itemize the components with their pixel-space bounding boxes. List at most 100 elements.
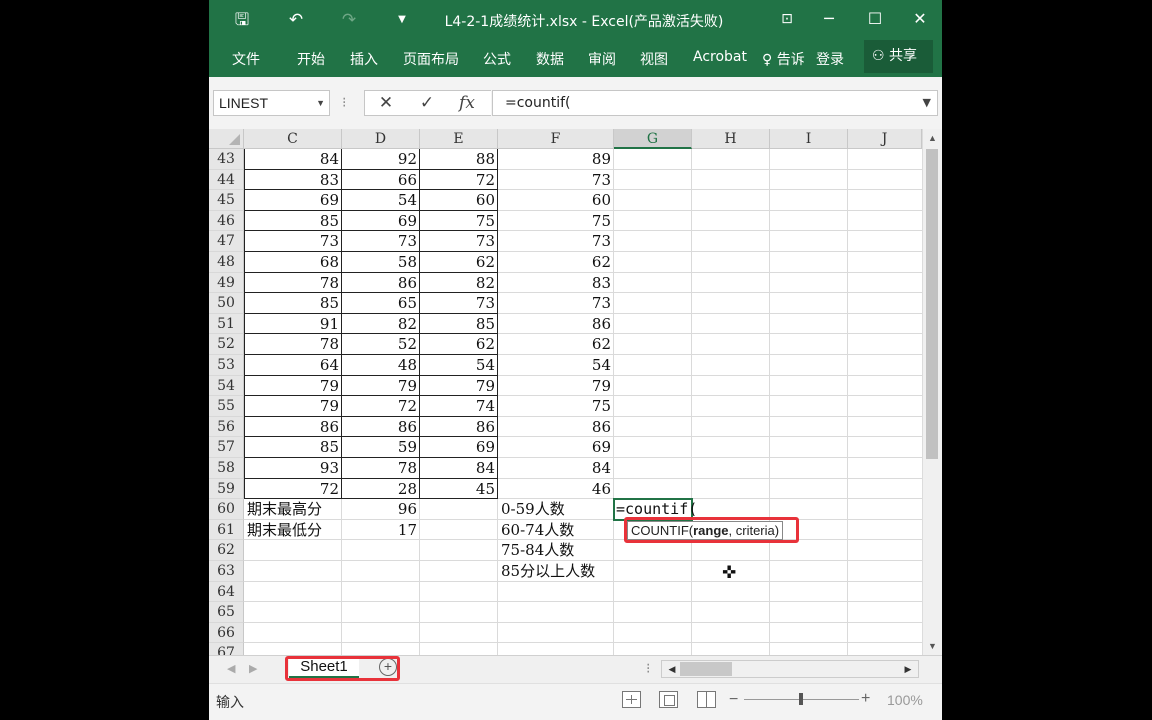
tab-splitter[interactable]: ⁝ <box>646 660 650 677</box>
cell-d60[interactable]: 96 <box>342 499 420 520</box>
cell-c57[interactable]: 85 <box>244 437 342 458</box>
cell-c60[interactable]: 期末最高分 <box>244 499 342 520</box>
row-header-65[interactable]: 65 <box>209 602 244 623</box>
cell-c58[interactable]: 93 <box>244 458 342 479</box>
vertical-scrollbar[interactable]: ▲ ▼ <box>922 129 942 655</box>
tab-home[interactable]: 开始 <box>297 49 325 69</box>
cell-d59[interactable]: 28 <box>342 479 420 499</box>
cell-e53[interactable]: 54 <box>420 355 498 376</box>
cell-f53[interactable]: 54 <box>498 355 614 376</box>
cell-d49[interactable]: 86 <box>342 273 420 293</box>
normal-view-icon[interactable] <box>622 691 641 708</box>
scroll-left-icon[interactable]: ◀ <box>664 661 680 677</box>
cell-d54[interactable]: 79 <box>342 376 420 396</box>
cell-e50[interactable]: 73 <box>420 293 498 314</box>
cell-f62[interactable]: 75-84人数 <box>498 540 614 561</box>
cell-d52[interactable]: 52 <box>342 334 420 355</box>
cell-e48[interactable]: 62 <box>420 252 498 273</box>
cell-f46[interactable]: 75 <box>498 211 614 231</box>
row-header-58[interactable]: 58 <box>209 458 244 479</box>
chevron-down-icon[interactable]: ▼ <box>316 91 325 115</box>
cell-f44[interactable]: 73 <box>498 170 614 190</box>
row-header-55[interactable]: 55 <box>209 396 244 417</box>
column-header-c[interactable]: C <box>244 129 342 149</box>
cell-d57[interactable]: 59 <box>342 437 420 458</box>
cell-f55[interactable]: 75 <box>498 396 614 417</box>
cell-f56[interactable]: 86 <box>498 417 614 437</box>
save-icon[interactable]: 🖫 <box>229 8 255 32</box>
cell-e51[interactable]: 85 <box>420 314 498 334</box>
column-header-e[interactable]: E <box>420 129 498 149</box>
row-header-48[interactable]: 48 <box>209 252 244 273</box>
tab-review[interactable]: 审阅 <box>588 49 616 69</box>
cell-d56[interactable]: 86 <box>342 417 420 437</box>
cell-d55[interactable]: 72 <box>342 396 420 417</box>
cell-e52[interactable]: 62 <box>420 334 498 355</box>
scroll-down-icon[interactable]: ▼ <box>923 637 942 655</box>
cell-e44[interactable]: 72 <box>420 170 498 190</box>
cell-f43[interactable]: 89 <box>498 149 614 170</box>
cell-d58[interactable]: 78 <box>342 458 420 479</box>
cell-c46[interactable]: 85 <box>244 211 342 231</box>
vertical-scroll-thumb[interactable] <box>926 149 938 459</box>
scroll-right-icon[interactable]: ▶ <box>900 661 916 677</box>
cell-d46[interactable]: 69 <box>342 211 420 231</box>
page-break-view-icon[interactable] <box>697 691 716 708</box>
tab-file[interactable]: 文件 <box>232 49 260 69</box>
cell-c61[interactable]: 期末最低分 <box>244 520 342 540</box>
cell-c52[interactable]: 78 <box>244 334 342 355</box>
cell-c47[interactable]: 73 <box>244 231 342 252</box>
row-header-60[interactable]: 60 <box>209 499 244 520</box>
cell-d50[interactable]: 65 <box>342 293 420 314</box>
page-layout-view-icon[interactable] <box>659 691 678 708</box>
undo-icon[interactable]: ↶ <box>283 8 309 32</box>
cell-e56[interactable]: 86 <box>420 417 498 437</box>
cell-f50[interactable]: 73 <box>498 293 614 314</box>
row-header-54[interactable]: 54 <box>209 376 244 396</box>
row-header-49[interactable]: 49 <box>209 273 244 293</box>
cell-f63[interactable]: 85分以上人数 <box>498 561 614 582</box>
row-header-66[interactable]: 66 <box>209 623 244 643</box>
row-header-45[interactable]: 45 <box>209 190 244 211</box>
login-link[interactable]: 登录 <box>816 49 844 69</box>
cell-f61[interactable]: 60-74人数 <box>498 520 614 540</box>
row-header-43[interactable]: 43 <box>209 149 244 170</box>
column-header-j[interactable]: J <box>848 129 922 149</box>
close-button[interactable]: ✕ <box>902 6 938 32</box>
zoom-slider-knob[interactable] <box>799 693 803 705</box>
cell-e49[interactable]: 82 <box>420 273 498 293</box>
cell-c56[interactable]: 86 <box>244 417 342 437</box>
cell-c55[interactable]: 79 <box>244 396 342 417</box>
cell-e46[interactable]: 75 <box>420 211 498 231</box>
worksheet-grid[interactable]: CDEFGHIJ 43 44 45 46 47 48 49 50 51 52 53 54 55 56 57 5… <box>209 129 922 655</box>
cell-f60[interactable]: 0-59人数 <box>498 499 614 520</box>
row-header-44[interactable]: 44 <box>209 170 244 190</box>
column-header-f[interactable]: F <box>498 129 614 149</box>
row-header-64[interactable]: 64 <box>209 582 244 602</box>
insert-function-icon[interactable]: fx <box>452 91 482 115</box>
row-header-67[interactable]: 67 <box>209 643 244 655</box>
row-header-62[interactable]: 62 <box>209 540 244 561</box>
cell-c48[interactable]: 68 <box>244 252 342 273</box>
cell-f47[interactable]: 73 <box>498 231 614 252</box>
cell-d61[interactable]: 17 <box>342 520 420 540</box>
cell-c43[interactable]: 84 <box>244 149 342 170</box>
cell-c49[interactable]: 78 <box>244 273 342 293</box>
enter-icon[interactable]: ✓ <box>412 91 442 115</box>
cell-f59[interactable]: 46 <box>498 479 614 499</box>
cell-e57[interactable]: 69 <box>420 437 498 458</box>
column-header-i[interactable]: I <box>770 129 848 149</box>
row-header-46[interactable]: 46 <box>209 211 244 231</box>
row-header-50[interactable]: 50 <box>209 293 244 314</box>
cell-c44[interactable]: 83 <box>244 170 342 190</box>
tab-insert[interactable]: 插入 <box>350 49 378 69</box>
cell-c53[interactable]: 64 <box>244 355 342 376</box>
horizontal-scrollbar[interactable]: ◀ ▶ <box>661 660 919 678</box>
cell-d45[interactable]: 54 <box>342 190 420 211</box>
cell-c51[interactable]: 91 <box>244 314 342 334</box>
cell-c45[interactable]: 69 <box>244 190 342 211</box>
redo-icon[interactable]: ↷ <box>336 8 362 32</box>
zoom-out-icon[interactable]: − <box>729 691 738 709</box>
cell-f57[interactable]: 69 <box>498 437 614 458</box>
cell-e59[interactable]: 45 <box>420 479 498 499</box>
